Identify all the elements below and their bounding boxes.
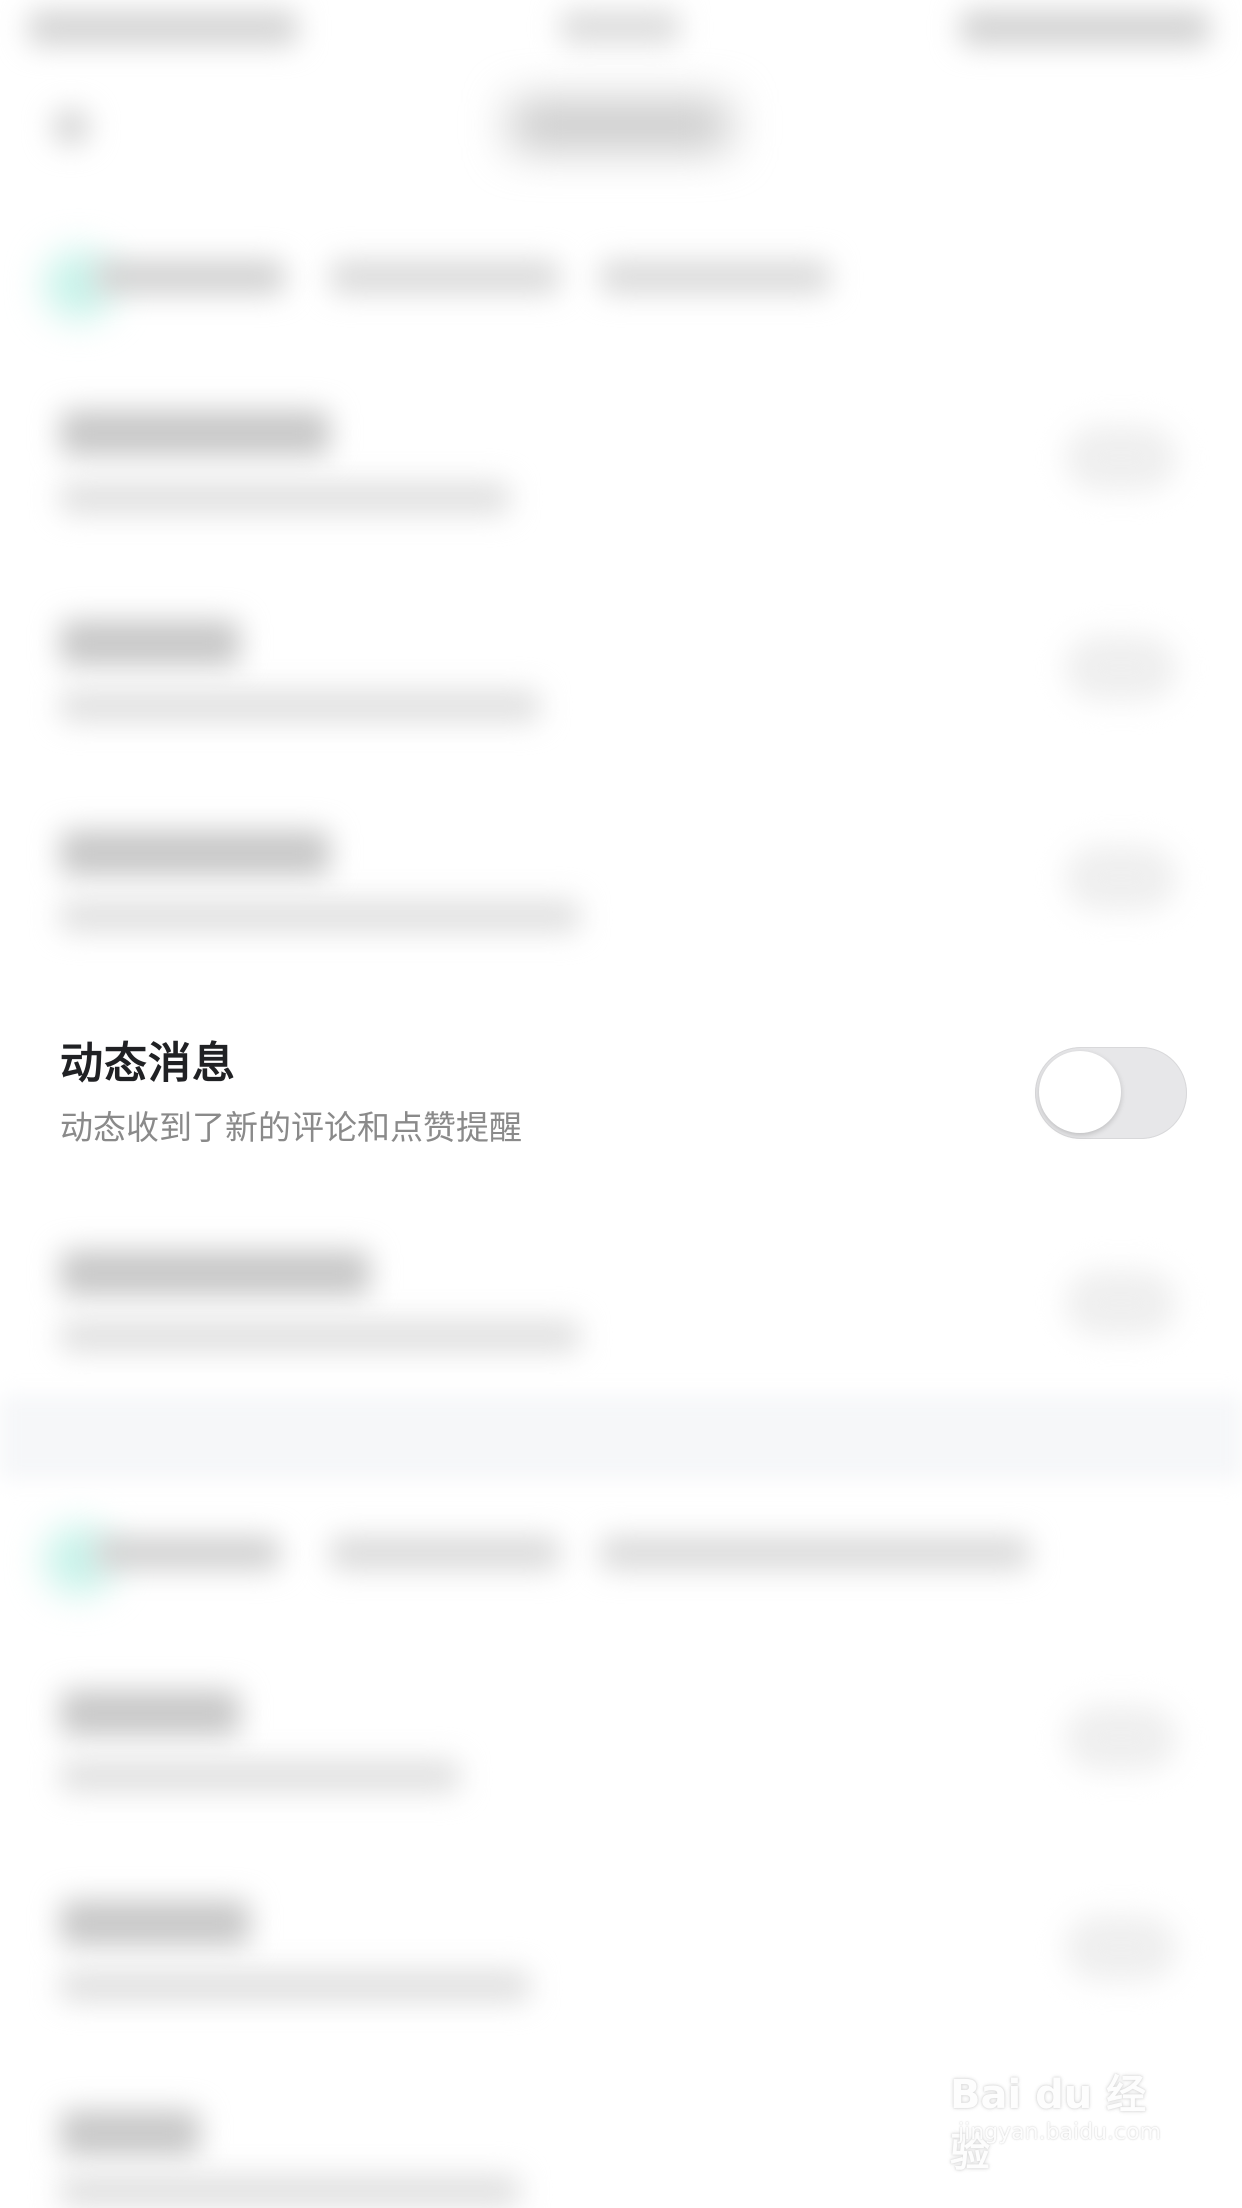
watermark-url-text: jingyan.baidu.com (958, 2120, 1162, 2145)
setting-row-title-placeholder (60, 830, 330, 876)
section-divider (0, 1395, 1242, 1480)
page-title-placeholder (510, 100, 730, 150)
toggle-switch-placeholder[interactable] (1065, 635, 1177, 701)
toggle-knob (1039, 1051, 1121, 1133)
setting-row-title-placeholder (60, 1900, 250, 1946)
notification-settings-screen: 动态消息 动态收到了新的评论和点赞提醒 Bai du 经验 jingyan.ba… (0, 0, 1242, 2208)
toggle-switch-placeholder[interactable] (1065, 1270, 1177, 1336)
section-header-placeholder (95, 1536, 280, 1570)
setting-row-description-placeholder (60, 482, 510, 514)
setting-row-description-placeholder (60, 1320, 580, 1352)
setting-title: 动态消息 (60, 1039, 236, 1089)
setting-row-description-placeholder (60, 2175, 520, 2207)
section-subheader-placeholder (330, 1536, 560, 1570)
toggle-switch-placeholder[interactable] (1065, 845, 1177, 911)
toggle-switch-placeholder[interactable] (1065, 425, 1177, 491)
setting-row-title-placeholder (60, 620, 240, 666)
setting-row-description-placeholder (60, 1760, 460, 1792)
status-bar-center-placeholder (560, 10, 680, 44)
toggle-switch-placeholder[interactable] (1065, 1705, 1177, 1771)
back-arrow-icon[interactable] (52, 108, 90, 146)
toggle-switch-placeholder[interactable] (1065, 1915, 1177, 1981)
dynamic-messages-toggle[interactable] (1035, 1047, 1187, 1139)
setting-row-title-placeholder (60, 1690, 240, 1736)
setting-row-title-placeholder (60, 410, 330, 456)
setting-row-description-placeholder (60, 690, 540, 722)
section-header-placeholder (95, 260, 285, 294)
section-subheader-placeholder (330, 260, 560, 294)
setting-row-dynamic-messages[interactable]: 动态消息 动态收到了新的评论和点赞提醒 (0, 1010, 1242, 1190)
status-bar-right-placeholder (960, 10, 1210, 46)
setting-row-description-placeholder (60, 900, 580, 932)
setting-row-title-placeholder (60, 1250, 370, 1296)
setting-description: 动态收到了新的评论和点赞提醒 (60, 1108, 522, 1147)
status-bar-left-placeholder (28, 10, 298, 46)
section-subheader-placeholder (600, 1536, 1030, 1570)
setting-row-description-placeholder (60, 1970, 530, 2002)
baidu-jingyan-watermark: Bai du 经验 jingyan.baidu.com (950, 2062, 1180, 2182)
setting-row-title-placeholder (60, 2110, 200, 2156)
section-subheader-placeholder (600, 260, 830, 294)
